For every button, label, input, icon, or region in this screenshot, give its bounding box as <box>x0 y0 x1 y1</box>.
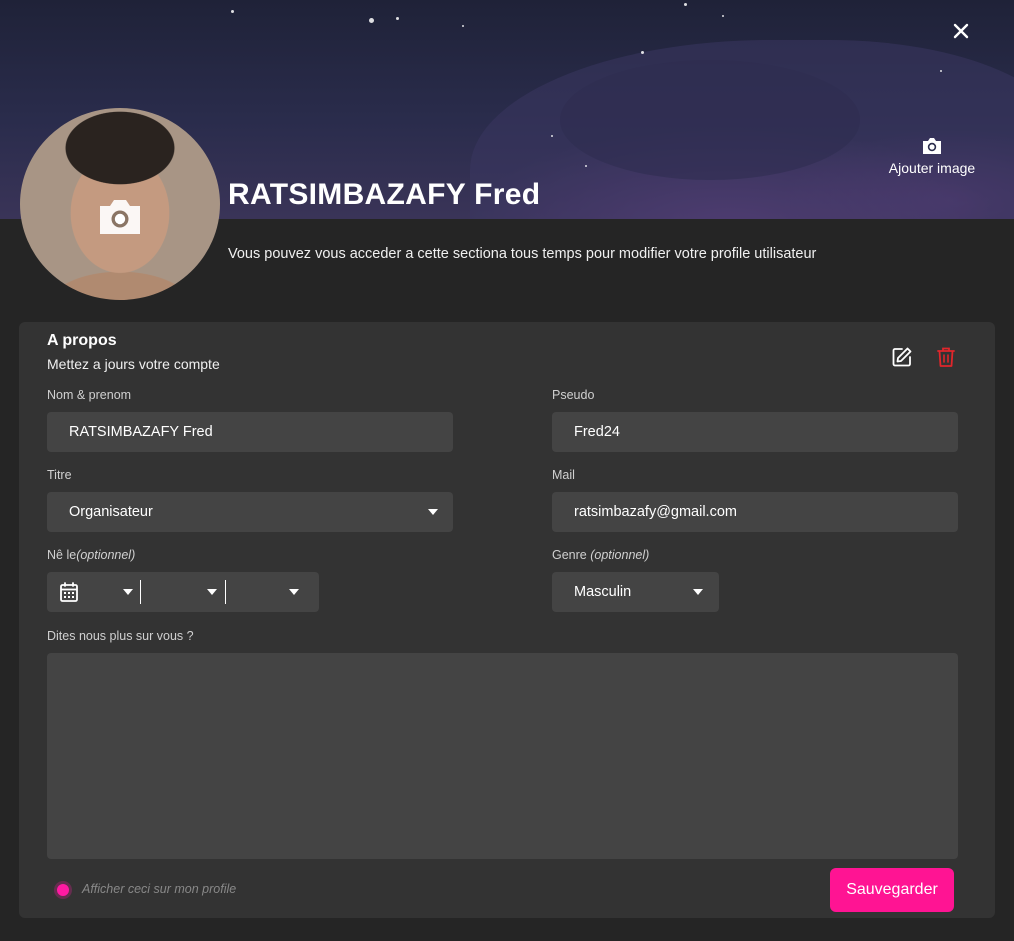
titre-value: Organisateur <box>69 504 153 520</box>
date-separator <box>225 580 226 604</box>
edit-button[interactable] <box>891 346 913 368</box>
close-icon <box>953 23 969 39</box>
birth-optional: (optionnel) <box>76 548 136 562</box>
about-title: A propos <box>47 332 117 349</box>
banner-star <box>684 3 687 6</box>
titre-select[interactable]: Organisateur <box>47 492 453 532</box>
banner-star <box>396 17 399 20</box>
banner-star <box>551 135 553 137</box>
profile-name: RATSIMBAZAFY Fred <box>228 178 541 211</box>
birth-label-text: Nê le <box>47 548 77 562</box>
show-on-profile-label: Afficher ceci sur mon profile <box>82 882 237 896</box>
add-image-label: Ajouter image <box>888 160 976 176</box>
day-caret-down-icon[interactable] <box>123 589 133 595</box>
pseudo-label: Pseudo <box>552 388 595 402</box>
profile-description: Vous pouvez vous acceder a cette section… <box>228 246 817 262</box>
banner-star <box>722 15 724 17</box>
mail-input[interactable]: ratsimbazafy@gmail.com <box>552 492 958 532</box>
add-cover-image-button[interactable]: Ajouter image <box>880 136 984 178</box>
caret-down-icon <box>428 509 438 515</box>
genre-optional: (optionnel) <box>590 548 650 562</box>
close-button[interactable] <box>948 18 974 44</box>
delete-button[interactable] <box>936 346 956 368</box>
genre-label: Genre (optionnel) <box>552 548 649 562</box>
save-button[interactable]: Sauvegarder <box>830 868 954 912</box>
birth-date-picker[interactable] <box>47 572 319 612</box>
banner-star <box>462 25 464 27</box>
about-subtitle: Mettez a jours votre compte <box>47 356 220 372</box>
trash-icon <box>937 347 955 367</box>
genre-label-text: Genre <box>552 548 591 562</box>
date-separator <box>140 580 141 604</box>
banner-star <box>940 70 942 72</box>
month-caret-down-icon[interactable] <box>207 589 217 595</box>
camera-icon <box>100 200 140 234</box>
bio-textarea[interactable] <box>47 653 958 859</box>
banner-mountain-peak <box>560 60 860 180</box>
calendar-icon <box>60 582 78 602</box>
fullname-label: Nom & prenom <box>47 388 132 402</box>
about-card: A propos Mettez a jours votre compte Nom… <box>19 322 995 918</box>
fullname-input[interactable]: RATSIMBAZAFY Fred <box>47 412 453 452</box>
banner-star <box>369 18 374 23</box>
bio-label: Dites nous plus sur vous ? <box>47 629 194 643</box>
show-on-profile-radio[interactable] <box>57 884 69 896</box>
titre-label: Titre <box>47 468 72 482</box>
camera-icon <box>923 138 941 154</box>
edit-icon <box>892 347 912 367</box>
year-caret-down-icon[interactable] <box>289 589 299 595</box>
mail-label: Mail <box>552 468 575 482</box>
banner-star <box>641 51 644 54</box>
genre-value: Masculin <box>574 584 632 600</box>
caret-down-icon <box>693 589 703 595</box>
pseudo-input[interactable]: Fred24 <box>552 412 958 452</box>
genre-select[interactable]: Masculin <box>552 572 719 612</box>
banner-star <box>231 10 234 13</box>
birth-label: Nê le(optionnel) <box>47 548 135 562</box>
banner-star <box>585 165 587 167</box>
change-avatar-button[interactable] <box>98 196 142 236</box>
